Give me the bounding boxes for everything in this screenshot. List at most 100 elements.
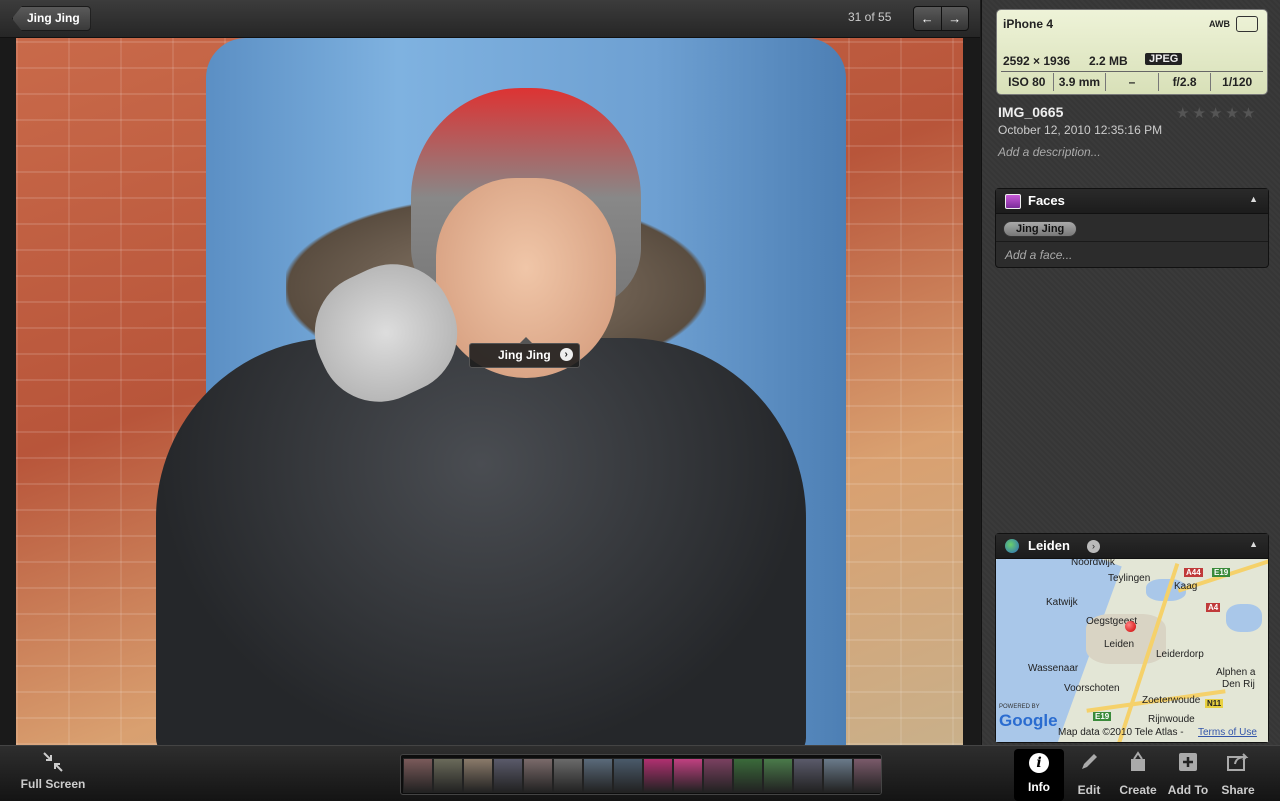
aperture-value: f/2.8	[1157, 73, 1211, 91]
white-balance: AWB	[1209, 19, 1230, 29]
map-label: Noordwijk	[1071, 559, 1115, 568]
full-screen-icon	[20, 751, 86, 775]
full-screen-label: Full Screen	[20, 777, 86, 791]
filmstrip-thumbnail[interactable]	[493, 758, 523, 793]
location-arrow-icon[interactable]: ›	[1087, 540, 1100, 553]
back-to-album-button[interactable]: Jing Jing	[12, 6, 91, 31]
share-label: Share	[1221, 783, 1255, 797]
filmstrip-thumbnail[interactable]	[673, 758, 703, 793]
shutter-speed: 1/120	[1210, 73, 1263, 91]
photo-title[interactable]: IMG_0665	[998, 104, 1063, 120]
map-label: Alphen a	[1216, 667, 1256, 678]
filmstrip-thumbnail[interactable]	[853, 758, 881, 793]
collapse-triangle-icon[interactable]: ▲	[1249, 539, 1258, 549]
map-label: Rijnwoude	[1148, 714, 1195, 725]
add-to-label: Add To	[1167, 783, 1209, 797]
share-button[interactable]: Share	[1213, 751, 1263, 797]
edit-label: Edit	[1077, 783, 1101, 797]
photo-counter: 31 of 55	[848, 10, 892, 24]
map-label: Teylingen	[1108, 573, 1151, 584]
main-photo[interactable]: Jing Jing ›	[16, 38, 963, 745]
map-label: Kaag	[1174, 581, 1198, 592]
filmstrip-thumbnail[interactable]	[433, 758, 463, 793]
road-shield: A4	[1206, 603, 1221, 612]
filmstrip[interactable]	[400, 754, 882, 795]
map-label: Katwijk	[1046, 597, 1078, 608]
road-shield: A44	[1184, 568, 1203, 577]
map-label: Wassenaar	[1028, 663, 1079, 674]
exif-settings-row: ISO 80 3.9 mm – f/2.8 1/120	[1001, 73, 1263, 91]
edit-button[interactable]: Edit	[1064, 751, 1114, 797]
map-label: Den Rij	[1222, 679, 1255, 690]
file-format: JPEG	[1145, 53, 1183, 65]
map-label: Leiden	[1104, 639, 1135, 650]
file-size: 2.2 MB	[1089, 54, 1128, 68]
info-label: Info	[1028, 780, 1050, 794]
terms-of-use-link[interactable]: Terms of Use	[1198, 727, 1257, 738]
filmstrip-thumbnail[interactable]	[403, 758, 433, 793]
add-to-button[interactable]: Add To	[1163, 751, 1213, 797]
pencil-icon	[1064, 751, 1114, 775]
filmstrip-thumbnail[interactable]	[703, 758, 733, 793]
create-icon	[1113, 751, 1163, 775]
road-shield: E19	[1212, 568, 1231, 577]
share-icon	[1213, 751, 1263, 775]
info-icon: i	[1029, 753, 1049, 773]
map-label: Zoeterwoude	[1142, 695, 1201, 706]
map-label: Leiderdorp	[1156, 649, 1204, 660]
full-screen-button[interactable]: Full Screen	[20, 751, 86, 791]
filmstrip-thumbnail[interactable]	[523, 758, 553, 793]
faces-icon	[1005, 194, 1021, 209]
add-face-field[interactable]: Add a face...	[1005, 248, 1072, 262]
previous-photo-button[interactable]: ←	[914, 7, 942, 30]
exif-info-card: iPhone 4 AWB 2592 × 1936 2.2 MB JPEG ISO…	[996, 9, 1268, 95]
faces-section: Faces ▲ Jing Jing Add a face...	[995, 188, 1269, 268]
flash-icon	[1236, 16, 1258, 32]
exposure-bias: –	[1105, 73, 1158, 91]
focal-length: 3.9 mm	[1052, 73, 1106, 91]
map-attribution: Map data ©2010 Tele Atlas -	[1058, 727, 1184, 738]
filmstrip-thumbnail[interactable]	[583, 758, 613, 793]
exif-divider	[1001, 71, 1263, 72]
info-panel: iPhone 4 AWB 2592 × 1936 2.2 MB JPEG ISO…	[981, 0, 1280, 745]
location-map[interactable]: Noordwijk Teylingen Kaag Katwijk Oegstge…	[996, 559, 1268, 742]
filmstrip-thumbnail[interactable]	[763, 758, 793, 793]
map-label: Voorschoten	[1064, 683, 1120, 694]
photo-jacket-region	[156, 338, 806, 745]
info-button[interactable]: i Info	[1014, 749, 1064, 801]
filmstrip-thumbnail[interactable]	[793, 758, 823, 793]
face-chip[interactable]: Jing Jing	[1003, 221, 1078, 237]
image-dimensions: 2592 × 1936	[1003, 54, 1071, 68]
description-field[interactable]: Add a description...	[998, 145, 1101, 159]
create-button[interactable]: Create	[1113, 751, 1163, 797]
location-header[interactable]: Leiden › ▲	[996, 534, 1268, 559]
face-tag-arrow-icon[interactable]: ›	[559, 348, 573, 361]
road-shield: E19	[1093, 712, 1112, 721]
globe-icon	[1005, 539, 1019, 553]
iso-value: ISO 80	[1008, 75, 1046, 89]
camera-model: iPhone 4	[1003, 17, 1054, 31]
faces-divider	[996, 241, 1268, 242]
filmstrip-thumbnail[interactable]	[463, 758, 493, 793]
location-pin-icon[interactable]	[1125, 621, 1136, 632]
filmstrip-thumbnail[interactable]	[643, 758, 673, 793]
road-shield: N11	[1205, 699, 1224, 708]
filmstrip-thumbnail[interactable]	[613, 758, 643, 793]
rating-stars[interactable]: ★★★★★	[1176, 104, 1258, 122]
filmstrip-thumbnail[interactable]	[733, 758, 763, 793]
photo-date: October 12, 2010 12:35:16 PM	[998, 123, 1163, 137]
create-label: Create	[1119, 783, 1157, 797]
faces-header[interactable]: Faces ▲	[996, 189, 1268, 214]
photo-viewer: Jing Jing ›	[0, 38, 980, 745]
next-photo-button[interactable]: →	[942, 7, 969, 30]
map-powered-by: POWERED BY	[999, 704, 1040, 710]
photo-navigation: ← →	[913, 6, 969, 31]
bottom-toolbar: Full Screen i Info Edit Create Add To Sh…	[0, 745, 1280, 801]
filmstrip-thumbnail[interactable]	[553, 758, 583, 793]
location-section: Leiden › ▲ Noordwijk Teylingen Kaag Katw…	[995, 533, 1269, 743]
collapse-triangle-icon[interactable]: ▲	[1249, 194, 1258, 204]
filmstrip-thumbnail[interactable]	[823, 758, 853, 793]
google-logo: Google	[999, 711, 1058, 730]
faces-title: Faces	[1028, 193, 1065, 208]
face-tag-label[interactable]: Jing Jing ›	[469, 337, 580, 368]
